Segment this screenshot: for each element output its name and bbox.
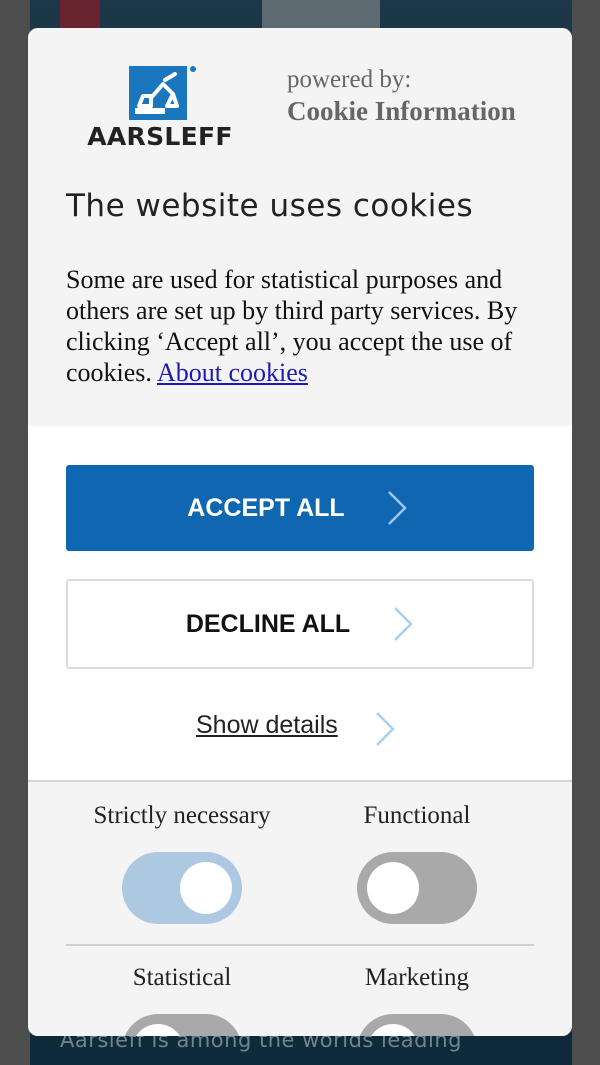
toggle-functional[interactable]	[357, 852, 477, 924]
toggle-knob	[367, 1024, 419, 1036]
decline-all-label: DECLINE ALL	[185, 609, 351, 638]
category-divider	[66, 944, 534, 946]
background-image-detail	[60, 0, 100, 28]
dialog-description: Some are used for statistical purposes a…	[66, 264, 536, 388]
chevron-right-icon[interactable]	[374, 711, 396, 747]
action-buttons: ACCEPT ALL DECLINE ALL Show details	[28, 426, 572, 782]
about-cookies-link[interactable]: About cookies	[157, 358, 308, 387]
category-label-marketing: Marketing	[364, 964, 470, 991]
registered-mark-icon	[190, 66, 196, 72]
decline-all-button[interactable]: DECLINE ALL	[66, 579, 534, 669]
toggle-knob	[367, 862, 419, 914]
toggle-knob	[132, 1024, 184, 1036]
powered-by: powered by: Cookie Information	[287, 66, 516, 127]
accept-all-label: ACCEPT ALL	[187, 493, 345, 522]
toggle-knob	[180, 862, 232, 914]
provider-name: Cookie Information	[287, 96, 516, 126]
toggle-marketing[interactable]	[357, 1014, 477, 1036]
accept-all-button[interactable]: ACCEPT ALL	[66, 465, 534, 551]
toggle-statistical[interactable]	[122, 1014, 242, 1036]
background-building	[262, 0, 380, 30]
chevron-right-icon	[394, 607, 413, 641]
cookie-categories: Strictly necessary Functional Statistica…	[28, 782, 572, 1036]
excavator-logo-icon	[129, 66, 187, 120]
dialog-title: The website uses cookies	[66, 188, 474, 224]
category-label-functional: Functional	[363, 802, 471, 829]
logo-wordmark: AARSLEFF	[87, 122, 233, 151]
aarsleff-logo: AARSLEFF	[74, 64, 244, 154]
cookie-consent-dialog: AARSLEFF powered by: Cookie Information …	[28, 28, 572, 1036]
cookie-dialog-header: AARSLEFF powered by: Cookie Information …	[28, 28, 572, 426]
toggle-strictly-necessary[interactable]	[122, 852, 242, 924]
category-label-statistical: Statistical	[132, 964, 232, 991]
powered-by-label: powered by:	[287, 66, 412, 93]
show-details-link[interactable]: Show details	[196, 711, 338, 740]
category-label-strictly-necessary: Strictly necessary	[93, 802, 271, 829]
chevron-right-icon	[388, 491, 407, 525]
